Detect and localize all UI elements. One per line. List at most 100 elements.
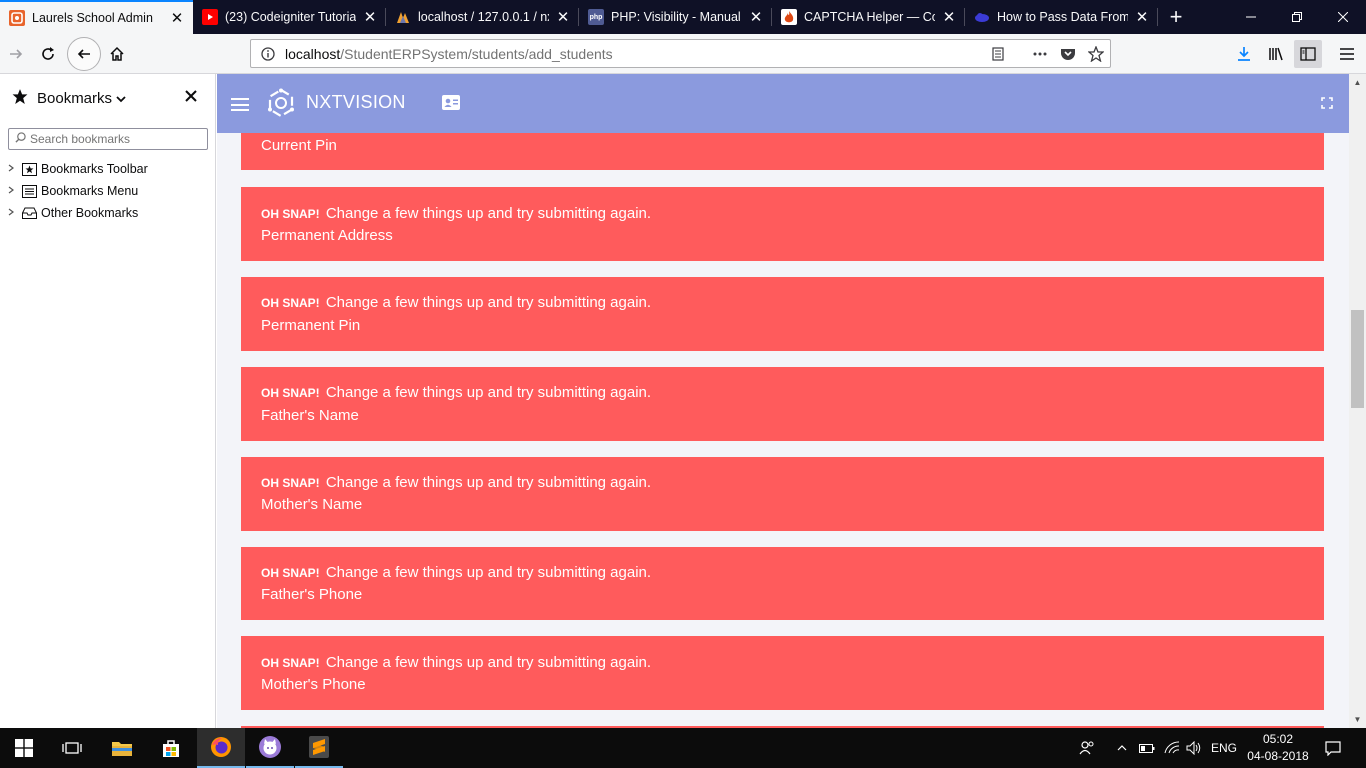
folder-icon bbox=[20, 206, 38, 220]
id-card-icon[interactable] bbox=[442, 95, 460, 110]
search-bookmarks-input[interactable] bbox=[30, 132, 200, 146]
chevron-right-icon bbox=[8, 208, 20, 218]
downloads-icon[interactable] bbox=[1230, 40, 1258, 68]
store-icon[interactable] bbox=[147, 728, 195, 768]
cloud-icon bbox=[974, 9, 990, 25]
sidebar-toggle-icon[interactable] bbox=[1294, 40, 1322, 68]
sidebar-item-other-bookmarks[interactable]: Other Bookmarks bbox=[8, 206, 138, 220]
validation-alert: OH SNAP! Change a few things up and try … bbox=[241, 367, 1324, 441]
alert-prefix: OH SNAP! bbox=[261, 386, 320, 400]
search-icon bbox=[15, 132, 26, 146]
alert-field-label: Mother's Name bbox=[261, 496, 363, 513]
scrollbar-thumb[interactable] bbox=[1351, 310, 1364, 408]
alert-message: Change a few things up and try submittin… bbox=[325, 564, 652, 581]
close-tab-icon[interactable]: ✕ bbox=[748, 9, 764, 26]
tab-phpmyadmin[interactable]: localhost / 127.0.0.1 / nxt ✕ bbox=[386, 0, 579, 34]
alert-field-label: Permanent Pin bbox=[261, 317, 361, 334]
web-page: Current Pin OH SNAP! Change a few things… bbox=[217, 74, 1349, 728]
pocket-icon[interactable] bbox=[1057, 43, 1079, 65]
reload-button[interactable] bbox=[34, 40, 62, 68]
close-tab-icon[interactable]: ✕ bbox=[555, 9, 571, 26]
url-host: localhost bbox=[285, 46, 341, 62]
back-button[interactable] bbox=[67, 37, 101, 71]
alert-prefix: OH SNAP! bbox=[261, 656, 320, 670]
sublime-text-icon[interactable] bbox=[295, 728, 343, 768]
people-icon[interactable] bbox=[1076, 728, 1098, 768]
github-desktop-icon[interactable] bbox=[246, 728, 294, 768]
info-icon[interactable] bbox=[257, 43, 279, 65]
page-actions-icon[interactable] bbox=[1029, 43, 1051, 65]
youtube-icon bbox=[202, 9, 218, 25]
menu-icon[interactable] bbox=[1333, 40, 1361, 68]
close-window-button[interactable] bbox=[1320, 0, 1366, 34]
bookmark-star-icon[interactable] bbox=[1085, 43, 1107, 65]
alert-field-label: Current Pin bbox=[261, 137, 337, 154]
restore-button[interactable] bbox=[1274, 0, 1320, 34]
library-icon[interactable] bbox=[1262, 40, 1290, 68]
tab-title: How to Pass Data From C bbox=[997, 10, 1128, 24]
bookmarks-sidebar: Bookmarks Bookmarks Toolbar Bookmarks Me… bbox=[0, 74, 216, 728]
fullscreen-icon[interactable] bbox=[1321, 97, 1333, 109]
tab-pass-data[interactable]: How to Pass Data From C ✕ bbox=[965, 0, 1158, 34]
tab-laurels-school-admin[interactable]: Laurels School Admin ✕ bbox=[0, 0, 193, 34]
show-hidden-icons-icon[interactable] bbox=[1114, 728, 1130, 768]
hamburger-menu-icon[interactable] bbox=[231, 98, 249, 111]
tab-captcha-helper[interactable]: CAPTCHA Helper — Cod ✕ bbox=[772, 0, 965, 34]
close-tab-icon[interactable]: ✕ bbox=[362, 9, 378, 26]
wifi-icon[interactable] bbox=[1162, 728, 1182, 768]
close-sidebar-button[interactable] bbox=[185, 86, 197, 107]
search-bookmarks-field[interactable] bbox=[8, 128, 208, 150]
tab-title: localhost / 127.0.0.1 / nxt bbox=[418, 10, 549, 24]
sidebar-item-label: Bookmarks Toolbar bbox=[41, 162, 148, 176]
close-tab-icon[interactable]: ✕ bbox=[941, 9, 957, 26]
alert-message: Change a few things up and try submittin… bbox=[325, 294, 652, 311]
volume-icon[interactable] bbox=[1184, 728, 1204, 768]
tab-title: PHP: Visibility - Manual bbox=[611, 10, 741, 24]
alert-message: Change a few things up and try submittin… bbox=[325, 654, 652, 671]
chevron-down-icon bbox=[116, 90, 126, 107]
bookmarks-toolbar-icon bbox=[20, 162, 38, 176]
chevron-right-icon bbox=[8, 186, 20, 196]
validation-alert: OH SNAP! Change a few things up and try … bbox=[241, 457, 1324, 531]
taskbar: ENG 05:02 04-08-2018 bbox=[0, 728, 1366, 768]
scroll-down-icon[interactable]: ▼ bbox=[1349, 711, 1366, 728]
close-tab-icon[interactable]: ✕ bbox=[1134, 9, 1150, 26]
sidebar-item-bookmarks-toolbar[interactable]: Bookmarks Toolbar bbox=[8, 162, 148, 176]
task-view-icon[interactable] bbox=[48, 728, 96, 768]
firefox-icon[interactable] bbox=[197, 728, 245, 768]
sidebar-header[interactable]: Bookmarks bbox=[11, 88, 126, 109]
alert-prefix: OH SNAP! bbox=[261, 476, 320, 490]
alert-prefix: OH SNAP! bbox=[261, 207, 320, 221]
phpmyadmin-icon bbox=[395, 9, 411, 25]
new-tab-button[interactable]: + bbox=[1158, 0, 1194, 34]
validation-alert: OH SNAP! Change a few things up and try … bbox=[241, 187, 1324, 261]
alert-message: Change a few things up and try submittin… bbox=[325, 205, 652, 222]
url-text[interactable]: localhost/StudentERPSystem/students/add_… bbox=[285, 46, 613, 62]
reader-view-icon[interactable] bbox=[987, 43, 1009, 65]
alert-message: Change a few things up and try submittin… bbox=[325, 474, 652, 491]
action-center-icon[interactable] bbox=[1320, 728, 1346, 768]
tab-codeigniter-tutorial[interactable]: (23) Codeigniter Tutorial ✕ bbox=[193, 0, 386, 34]
clock-date: 04-08-2018 bbox=[1247, 749, 1309, 763]
close-tab-icon[interactable]: ✕ bbox=[169, 10, 185, 27]
alert-field-label: Father's Name bbox=[261, 407, 359, 424]
url-bar[interactable]: localhost/StudentERPSystem/students/add_… bbox=[250, 39, 1111, 68]
forward-button[interactable] bbox=[2, 40, 30, 68]
file-explorer-icon[interactable] bbox=[98, 728, 146, 768]
clock[interactable]: 05:02 04-08-2018 bbox=[1236, 731, 1320, 765]
battery-icon[interactable] bbox=[1138, 728, 1156, 768]
sidebar-item-bookmarks-menu[interactable]: Bookmarks Menu bbox=[8, 184, 138, 198]
page-scrollbar[interactable]: ▲ ▼ bbox=[1349, 74, 1366, 728]
validation-alert: OH SNAP! Change a few things up and try … bbox=[241, 547, 1324, 620]
tab-title: CAPTCHA Helper — Cod bbox=[804, 10, 935, 24]
tab-title: Laurels School Admin bbox=[32, 11, 153, 25]
minimize-button[interactable] bbox=[1228, 0, 1274, 34]
url-path: /StudentERPSystem/students/add_students bbox=[340, 46, 613, 62]
home-button[interactable] bbox=[103, 40, 131, 68]
scroll-up-icon[interactable]: ▲ bbox=[1349, 74, 1366, 91]
windows-start-icon[interactable] bbox=[0, 728, 48, 768]
tab-php-visibility[interactable]: php PHP: Visibility - Manual ✕ bbox=[579, 0, 772, 34]
alert-field-label: Permanent Address bbox=[261, 227, 393, 244]
alert-prefix: OH SNAP! bbox=[261, 566, 320, 580]
brand-name[interactable]: NXTVISION bbox=[306, 92, 406, 113]
